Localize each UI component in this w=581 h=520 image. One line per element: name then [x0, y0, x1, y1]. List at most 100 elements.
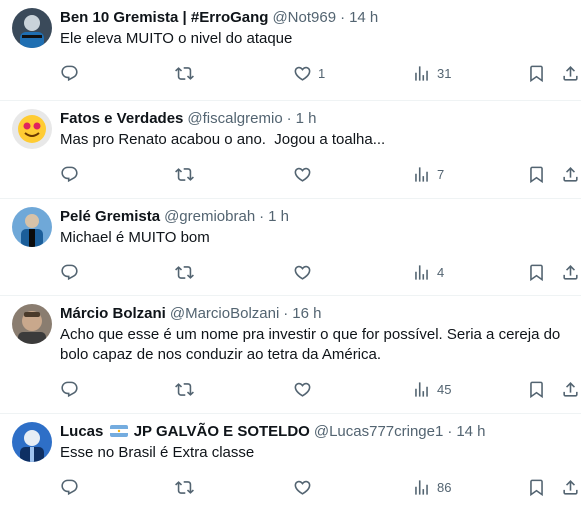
share-icon: [563, 65, 578, 81]
action-bar: 4: [12, 252, 578, 292]
tweet[interactable]: Fatos e Verdades @fiscalgremio · 1 h Mas…: [0, 101, 581, 199]
author-handle[interactable]: @fiscalgremio: [187, 109, 282, 129]
bookmark-icon: [530, 264, 543, 281]
share-button[interactable]: [561, 53, 580, 93]
avatar[interactable]: [12, 8, 52, 48]
author-handle[interactable]: @Lucas777cringe1: [314, 422, 443, 442]
tweet-text: Acho que esse é um nome pra investir o q…: [60, 326, 565, 363]
reply-button[interactable]: [60, 252, 79, 292]
tweet-text: Esse no Brasil é Extra classe: [60, 444, 255, 461]
views-button[interactable]: 31: [412, 53, 451, 93]
retweet-button[interactable]: [175, 252, 194, 292]
author-handle[interactable]: @gremiobrah: [164, 207, 255, 227]
bookmark-button[interactable]: [527, 53, 546, 93]
heart-icon: [294, 66, 311, 81]
reply-button[interactable]: [60, 53, 79, 93]
share-icon: [563, 381, 578, 397]
action-bar: 7: [12, 154, 578, 194]
share-button[interactable]: [561, 467, 580, 507]
like-button[interactable]: 1: [293, 53, 325, 93]
tweet-text: Ele eleva MUITO o nivel do ataque: [60, 30, 293, 47]
timestamp[interactable]: 16 h: [292, 304, 321, 324]
retweet-button[interactable]: [175, 154, 194, 194]
bookmark-button[interactable]: [527, 154, 546, 194]
tweet[interactable]: Pelé Gremista @gremiobrah · 1 h Michael …: [0, 199, 581, 296]
views-icon: [415, 166, 428, 182]
author-name[interactable]: Fatos e Verdades: [60, 109, 183, 129]
like-button[interactable]: [293, 252, 318, 292]
views-count: 7: [437, 166, 445, 182]
views-button[interactable]: 45: [412, 369, 451, 409]
heart-icon: [294, 265, 311, 280]
tweet-text: Michael é MUITO bom: [60, 229, 210, 246]
reply-icon: [61, 479, 78, 495]
bookmark-icon: [530, 65, 543, 82]
avatar[interactable]: [12, 304, 52, 344]
reply-button[interactable]: [60, 369, 79, 409]
views-icon: [415, 65, 428, 81]
like-count: 1: [318, 65, 326, 81]
views-count: 86: [437, 479, 452, 495]
argentina-flag-icon: [109, 425, 128, 437]
bookmark-icon: [530, 479, 543, 496]
reply-icon: [61, 65, 78, 81]
like-button[interactable]: [293, 154, 318, 194]
views-count: 31: [437, 65, 452, 81]
timestamp[interactable]: 14 h: [349, 8, 378, 28]
retweet-icon: [175, 66, 194, 80]
views-count: 4: [437, 264, 445, 280]
timestamp[interactable]: 1 h: [268, 207, 289, 227]
retweet-button[interactable]: [175, 467, 194, 507]
share-icon: [563, 166, 578, 182]
author-name[interactable]: Lucas JP GALVÃO E SOTELDO: [60, 422, 310, 442]
heart-icon: [294, 167, 311, 182]
timestamp[interactable]: 1 h: [296, 109, 317, 129]
retweet-icon: [175, 382, 194, 396]
reply-icon: [61, 381, 78, 397]
avatar[interactable]: [12, 422, 52, 462]
share-button[interactable]: [561, 369, 580, 409]
reply-button[interactable]: [60, 467, 79, 507]
reply-icon: [61, 166, 78, 182]
retweet-icon: [175, 480, 194, 494]
reply-icon: [61, 264, 78, 280]
author-handle[interactable]: @MarcioBolzani: [170, 304, 279, 324]
share-icon: [563, 479, 578, 495]
share-button[interactable]: [561, 154, 580, 194]
author-name-prefix: Lucas: [60, 423, 104, 440]
views-button[interactable]: 86: [412, 467, 451, 507]
share-icon: [563, 264, 578, 280]
views-button[interactable]: 4: [412, 252, 444, 292]
like-button[interactable]: [293, 369, 318, 409]
author-name-suffix: JP GALVÃO E SOTELDO: [133, 423, 310, 440]
action-bar: 86: [12, 467, 578, 507]
bookmark-button[interactable]: [527, 467, 546, 507]
heart-icon: [294, 382, 311, 397]
views-button[interactable]: 7: [412, 154, 444, 194]
tweet[interactable]: Ben 10 Gremista | #ErroGang @Not969 · 14…: [0, 0, 581, 101]
bookmark-icon: [530, 381, 543, 398]
tweet[interactable]: Lucas JP GALVÃO E SOTELDO @Lucas777cring…: [0, 414, 581, 520]
reply-button[interactable]: [60, 154, 79, 194]
views-icon: [415, 479, 428, 495]
like-button[interactable]: [293, 467, 318, 507]
retweet-icon: [175, 265, 194, 279]
bookmark-button[interactable]: [527, 369, 546, 409]
separator: ·: [286, 110, 292, 127]
views-count: 45: [437, 381, 452, 397]
action-bar: 45: [12, 369, 578, 409]
share-button[interactable]: [561, 252, 580, 292]
author-name[interactable]: Ben 10 Gremista | #ErroGang: [60, 8, 268, 28]
bookmark-icon: [530, 166, 543, 183]
author-name[interactable]: Pelé Gremista: [60, 207, 160, 227]
bookmark-button[interactable]: [527, 252, 546, 292]
retweet-button[interactable]: [175, 369, 194, 409]
timestamp[interactable]: 14 h: [456, 422, 485, 442]
retweet-icon: [175, 167, 194, 181]
retweet-button[interactable]: [175, 53, 194, 93]
tweet[interactable]: Márcio Bolzani @MarcioBolzani · 16 h Ach…: [0, 296, 581, 414]
author-name[interactable]: Márcio Bolzani: [60, 304, 166, 324]
author-handle[interactable]: @Not969: [272, 8, 336, 28]
avatar[interactable]: [12, 207, 52, 247]
avatar[interactable]: [12, 109, 52, 149]
